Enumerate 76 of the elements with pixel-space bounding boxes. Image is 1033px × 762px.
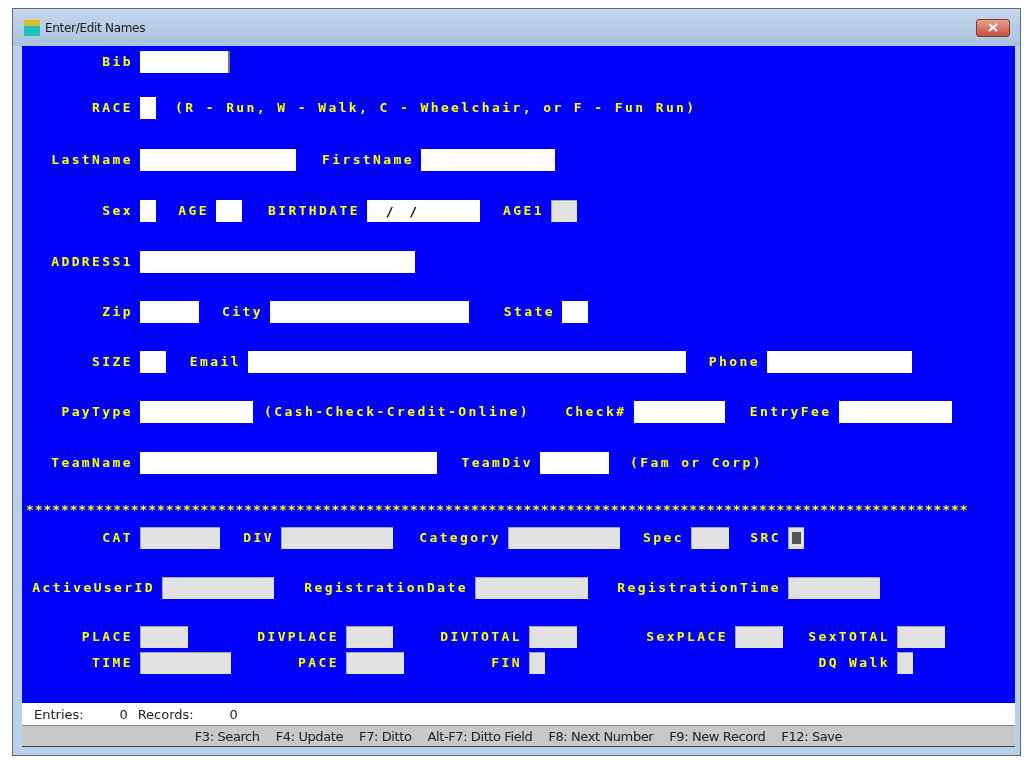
field-label: SIZE	[91, 353, 133, 371]
text-field[interactable]	[562, 301, 588, 323]
close-button[interactable]	[976, 18, 1010, 37]
field-label: DIVPLACE	[256, 628, 339, 646]
field-label: FirstName	[320, 151, 414, 169]
field-label: PACE	[297, 654, 339, 672]
text-field[interactable]	[633, 401, 725, 423]
field-label: SexTOTAL	[807, 628, 890, 646]
field-label: RegistrationTime	[616, 579, 781, 597]
field-label: Phone	[707, 353, 760, 371]
text-field[interactable]	[270, 301, 469, 323]
field-label: DIV	[242, 529, 274, 547]
field-label: TeamDiv	[460, 454, 533, 472]
field-label: CAT	[101, 529, 133, 547]
text-field[interactable]	[140, 149, 296, 171]
field-label: EntryFee	[748, 403, 832, 421]
field-label: SexPLACE	[645, 628, 728, 646]
text-field[interactable]: / /	[367, 200, 480, 222]
field-label: FIN	[490, 654, 522, 672]
field-label: Email	[188, 353, 241, 371]
field-label: DIVTOTAL	[439, 628, 522, 646]
function-key-hint: F3: Search	[194, 728, 260, 744]
field-label: TIME	[91, 654, 133, 672]
text-field[interactable]	[216, 200, 242, 222]
close-icon	[988, 23, 998, 32]
field-label: TeamName	[50, 454, 133, 472]
hint-text: (R - Run, W - Walk, C - Wheelchair, or F - Fun Run)	[175, 99, 697, 117]
text-field[interactable]	[140, 200, 156, 222]
text-field[interactable]	[140, 301, 199, 323]
status-label: Entries:	[34, 706, 84, 722]
field-label: ActiveUserID	[31, 579, 155, 597]
field-label: RegistrationDate	[303, 579, 468, 597]
hint-text: (Fam or Corp)	[630, 454, 763, 472]
text-field[interactable]	[248, 351, 686, 373]
text-field[interactable]	[140, 452, 437, 474]
field-label: ADDRESS1	[50, 253, 133, 271]
function-key-hint: F7: Ditto	[359, 728, 412, 744]
app-icon	[24, 19, 40, 36]
field-label: AGE1	[502, 202, 544, 220]
field-label: City	[221, 303, 263, 321]
field-label: BIRTHDATE	[266, 202, 360, 220]
text-field[interactable]	[140, 51, 230, 73]
text-field[interactable]	[140, 97, 156, 119]
field-label: DQ Walk	[817, 654, 890, 672]
field-label: Bib	[101, 53, 133, 71]
window-title: Enter/Edit Names	[45, 20, 147, 35]
text-field[interactable]	[140, 401, 253, 423]
text-field[interactable]	[140, 351, 166, 373]
status-label: Records:	[137, 706, 194, 722]
field-label: SRC	[749, 529, 781, 547]
status-count: 0	[118, 706, 129, 722]
function-key-hint: F4: Update	[275, 728, 344, 744]
field-label: LastName	[50, 151, 133, 169]
field-label: Spec	[642, 529, 684, 547]
function-key-hint: F9: New Record	[669, 728, 766, 744]
text-field[interactable]	[540, 452, 609, 474]
function-key-hint: F12: Save	[781, 728, 843, 744]
text-field[interactable]	[140, 251, 415, 273]
field-label: AGE	[177, 202, 209, 220]
asterisk-divider: ************************************************************************************************************	[26, 503, 970, 517]
status-count: 0	[228, 706, 239, 722]
text-field[interactable]	[838, 401, 952, 423]
hint-text: (Cash-Check-Credit-Online)	[264, 403, 530, 421]
selection-mark-icon	[791, 532, 801, 544]
field-label: PayType	[60, 403, 133, 421]
field-label: Zip	[101, 303, 133, 321]
field-label: RACE	[91, 99, 133, 117]
field-label: State	[502, 303, 555, 321]
field-label: PLACE	[80, 628, 133, 646]
field-label: Sex	[101, 202, 133, 220]
field-label: Check#	[564, 403, 627, 421]
function-key-hint: F8: Next Number	[548, 728, 654, 744]
field-label: Category	[418, 529, 501, 547]
text-field[interactable]	[421, 149, 555, 171]
text-field[interactable]	[767, 351, 912, 373]
function-key-hint: Alt-F7: Ditto Field	[427, 728, 533, 744]
